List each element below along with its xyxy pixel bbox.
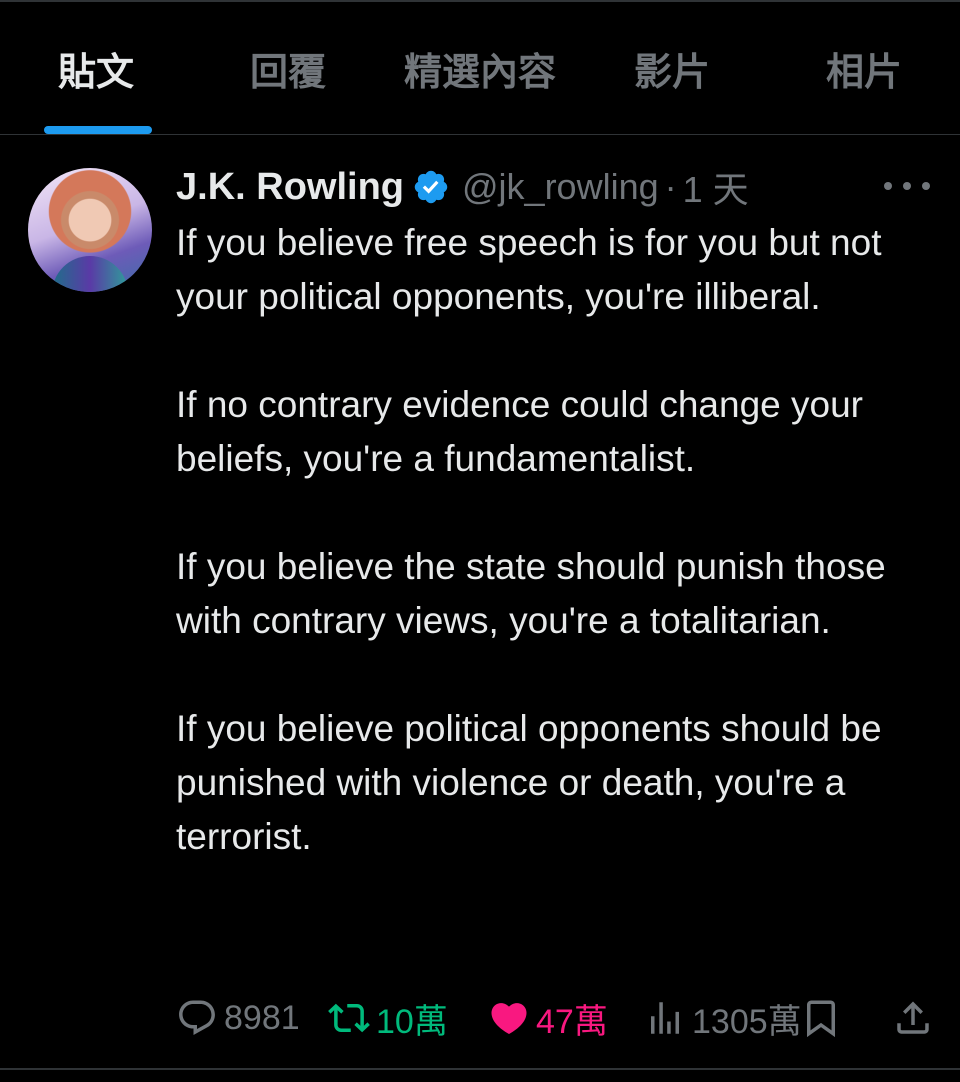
tab-posts-label: 貼文 (57, 51, 134, 94)
author-name[interactable]: J.K. Rowling (176, 166, 404, 209)
tabs-divider (0, 134, 960, 135)
avatar-figure (52, 256, 128, 292)
tweet-header: J.K. Rowling @jk_rowling · 1 天 (176, 160, 749, 214)
tab-highlights[interactable]: 精選內容 (384, 2, 576, 134)
active-tab-indicator (44, 126, 152, 134)
like-icon (491, 1003, 527, 1035)
bookmark-icon (807, 1000, 835, 1038)
tab-replies-label: 回覆 (249, 51, 326, 94)
tab-posts[interactable]: 貼文 (0, 2, 192, 134)
verified-badge-icon (414, 170, 448, 204)
like-count: 47萬 (536, 1002, 608, 1041)
tab-photos[interactable]: 相片 (768, 2, 960, 134)
reply-icon (179, 1000, 215, 1035)
tweet-actions: 8981 10萬 47萬 1305萬 (176, 990, 936, 1046)
tab-videos-label: 影片 (633, 51, 710, 94)
view-count: 1305萬 (692, 1002, 802, 1041)
views-icon (651, 1002, 679, 1034)
more-icon[interactable] (884, 168, 930, 204)
share-button[interactable] (892, 990, 934, 1046)
reply-count: 8981 (224, 998, 300, 1037)
separator-dot: · (664, 166, 677, 207)
share-icon (897, 1001, 929, 1034)
more-dot (922, 182, 930, 190)
tab-videos[interactable]: 影片 (576, 2, 768, 134)
views-button[interactable]: 1305萬 (644, 990, 802, 1046)
more-dot (903, 182, 911, 190)
author-handle[interactable]: @jk_rowling (462, 166, 659, 208)
bookmark-button[interactable] (800, 990, 842, 1046)
tab-photos-label: 相片 (825, 51, 902, 94)
retweet-button[interactable]: 10萬 (328, 990, 448, 1046)
more-dot (884, 182, 892, 190)
tab-highlights-label: 精選內容 (403, 51, 556, 94)
bottom-border (0, 1068, 960, 1070)
retweet-count: 10萬 (376, 1002, 448, 1041)
tab-replies[interactable]: 回覆 (192, 2, 384, 134)
tweet-timestamp[interactable]: 1 天 (683, 161, 749, 213)
retweet-icon (328, 1003, 370, 1033)
tweet-text: If you believe free speech is for you bu… (176, 222, 886, 857)
like-button[interactable]: 47萬 (488, 990, 608, 1046)
profile-tabs: 貼文 回覆 精選內容 影片 相片 (0, 2, 960, 134)
reply-button[interactable]: 8981 (176, 990, 300, 1046)
avatar[interactable] (28, 168, 152, 292)
